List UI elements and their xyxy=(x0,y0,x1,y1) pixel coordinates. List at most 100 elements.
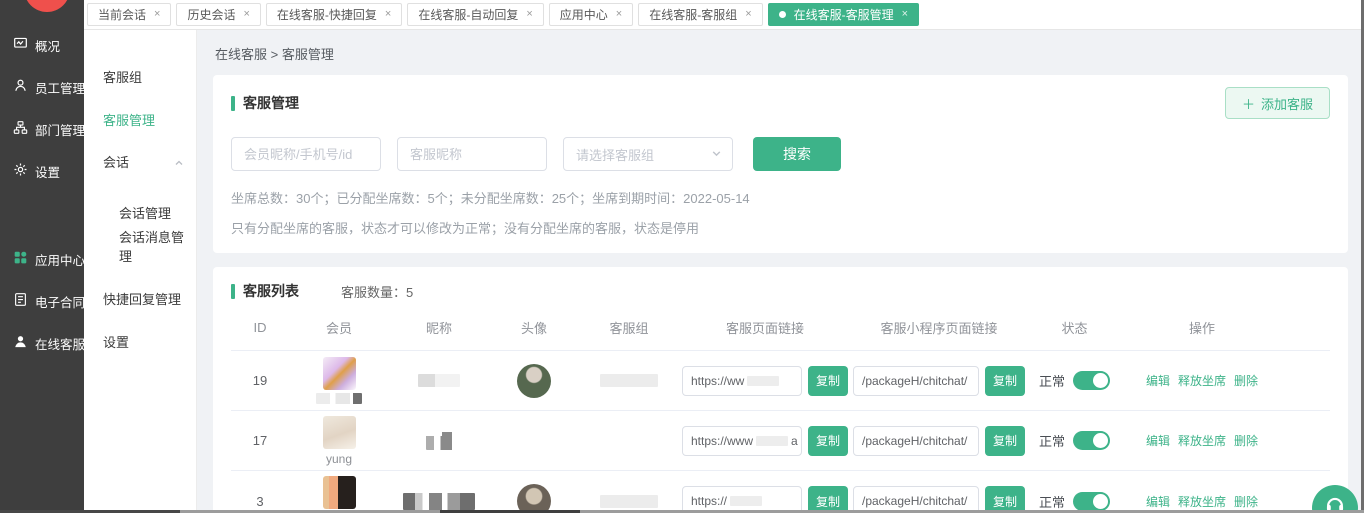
copy-page-link-button[interactable]: 复制 xyxy=(808,426,848,456)
tab-service-group[interactable]: 在线客服-客服组× xyxy=(638,3,762,26)
table-row: 17 yung https://wwwa 复制 / xyxy=(231,411,1330,471)
mini-link-text: /packageH/chitchat/ xyxy=(862,494,967,508)
add-service-label: 添加客服 xyxy=(1261,94,1313,113)
status-label: 正常 xyxy=(1039,492,1065,511)
copy-page-link-button[interactable]: 复制 xyxy=(808,486,848,513)
release-seat-link[interactable]: 释放坐席 xyxy=(1178,493,1226,510)
member-avatar xyxy=(323,416,356,449)
tab-quick-reply[interactable]: 在线客服-快捷回复× xyxy=(266,3,402,26)
copy-mini-link-button[interactable]: 复制 xyxy=(985,426,1025,456)
panel-title: 客服管理 xyxy=(243,93,299,113)
member-search-input[interactable] xyxy=(231,137,381,171)
delete-link[interactable]: 删除 xyxy=(1234,493,1258,510)
close-icon[interactable]: × xyxy=(385,9,391,20)
edit-link[interactable]: 编辑 xyxy=(1146,372,1170,389)
col-id: ID xyxy=(231,320,289,335)
sidebar-item-label: 应用中心 xyxy=(35,250,84,269)
status-label: 正常 xyxy=(1039,431,1065,450)
staff-icon xyxy=(13,78,28,96)
status-toggle[interactable] xyxy=(1073,492,1110,511)
table-header-row: ID 会员 昵称 头像 客服组 客服页面链接 客服小程序页面链接 状态 操作 xyxy=(231,305,1330,351)
release-seat-link[interactable]: 释放坐席 xyxy=(1178,432,1226,449)
delete-link[interactable]: 删除 xyxy=(1234,432,1258,449)
chevron-down-icon xyxy=(711,147,722,162)
col-page-link: 客服页面链接 xyxy=(679,318,851,337)
sidebar-item-department[interactable]: 部门管理 xyxy=(0,108,84,150)
plus-icon: ＋ xyxy=(1242,94,1255,113)
submenu-label: 会话 xyxy=(103,152,129,171)
sidebar-item-online-service[interactable]: 在线客服 xyxy=(0,322,84,364)
edit-link[interactable]: 编辑 xyxy=(1146,493,1170,510)
page-link-input[interactable]: https:// xyxy=(682,486,802,513)
service-count: 客服数量：5 xyxy=(341,282,413,301)
sidebar-item-staff[interactable]: 员工管理 xyxy=(0,66,84,108)
tab-label: 应用中心 xyxy=(560,6,608,23)
mini-link-input[interactable]: /packageH/chitchat/ xyxy=(853,426,979,456)
delete-link[interactable]: 删除 xyxy=(1234,372,1258,389)
main-content: 在线客服 > 客服管理 客服管理 ＋ 添加客服 xyxy=(197,30,1364,513)
status-toggle[interactable] xyxy=(1073,371,1110,390)
copy-mini-link-button[interactable]: 复制 xyxy=(985,366,1025,396)
status-toggle[interactable] xyxy=(1073,431,1110,450)
mini-link-text: /packageH/chitchat/ xyxy=(862,374,967,388)
search-button[interactable]: 搜索 xyxy=(753,137,841,171)
sidebar-item-app-center[interactable]: 应用中心 xyxy=(0,238,84,280)
add-service-button[interactable]: ＋ 添加客服 xyxy=(1225,87,1330,119)
page-link-text: https://ww xyxy=(691,374,744,388)
tab-auto-reply[interactable]: 在线客服-自动回复 × xyxy=(407,3,543,26)
release-seat-link[interactable]: 释放坐席 xyxy=(1178,372,1226,389)
submenu-label: 客服管理 xyxy=(103,110,155,129)
copy-page-link-button[interactable]: 复制 xyxy=(808,366,848,396)
col-nickname: 昵称 xyxy=(389,318,489,337)
close-icon[interactable]: × xyxy=(902,9,908,20)
service-list-panel: 客服列表 客服数量：5 ID 会员 昵称 头像 客服组 客服页面链接 客服小程序… xyxy=(213,267,1348,513)
close-icon[interactable]: × xyxy=(526,9,532,20)
submenu-item-settings[interactable]: 设置 xyxy=(84,319,196,363)
sidebar-item-settings[interactable]: 设置 xyxy=(0,150,84,192)
close-icon[interactable]: × xyxy=(745,9,751,20)
member-cell: zora xyxy=(323,476,356,513)
sidebar-item-label: 在线客服 xyxy=(35,334,84,353)
close-icon[interactable]: × xyxy=(154,9,160,20)
tab-history-session[interactable]: 历史会话× xyxy=(176,3,260,26)
sidebar-item-label: 概况 xyxy=(35,36,60,55)
list-title: 客服列表 xyxy=(243,281,299,301)
col-member: 会员 xyxy=(289,318,389,337)
submenu-item-service-manage[interactable]: 客服管理 xyxy=(84,97,196,141)
tab-label: 在线客服-自动回复 xyxy=(418,6,518,23)
page-link-input[interactable]: https://wwwa xyxy=(682,426,802,456)
mini-link-input[interactable]: /packageH/chitchat/ xyxy=(853,366,979,396)
submenu-label: 快捷回复管理 xyxy=(103,289,181,308)
submenu-item-quick-reply-manage[interactable]: 快捷回复管理 xyxy=(84,277,196,319)
page-link-tail: a xyxy=(791,434,798,448)
close-icon[interactable]: × xyxy=(243,9,249,20)
submenu-item-session[interactable]: 会话 xyxy=(84,141,196,181)
avatar xyxy=(517,364,551,398)
copy-mini-link-button[interactable]: 复制 xyxy=(985,486,1025,513)
tab-app-center[interactable]: 应用中心 × xyxy=(549,3,633,26)
submenu-item-session-manage[interactable]: 会话管理 xyxy=(84,195,196,229)
gear-icon xyxy=(13,162,28,180)
submenu-item-service-group[interactable]: 客服组 xyxy=(84,55,196,97)
tab-service-manage-active[interactable]: 在线客服-客服管理× xyxy=(768,3,919,26)
member-cell xyxy=(316,357,362,404)
redacted-link xyxy=(747,376,779,386)
tab-current-session[interactable]: 当前会话× xyxy=(87,3,171,26)
sidebar-item-contract[interactable]: 电子合同 xyxy=(0,280,84,322)
service-group-select[interactable]: 请选择客服组 xyxy=(563,137,733,171)
mini-link-input[interactable]: /packageH/chitchat/ xyxy=(853,486,979,513)
page-link-input[interactable]: https://ww xyxy=(682,366,802,396)
sidebar-item-label: 设置 xyxy=(35,162,60,181)
member-avatar xyxy=(323,357,356,390)
member-avatar xyxy=(323,476,356,509)
redacted-group xyxy=(600,495,658,508)
avatar xyxy=(517,484,551,513)
online-service-icon xyxy=(13,334,28,352)
close-icon[interactable]: × xyxy=(616,9,622,20)
edit-link[interactable]: 编辑 xyxy=(1146,432,1170,449)
nickname-search-input[interactable] xyxy=(397,137,547,171)
submenu-item-session-message[interactable]: 会话消息管理 xyxy=(84,229,196,263)
member-cell: yung xyxy=(323,416,356,466)
sidebar-item-overview[interactable]: 概况 xyxy=(0,24,84,66)
col-group: 客服组 xyxy=(579,318,679,337)
